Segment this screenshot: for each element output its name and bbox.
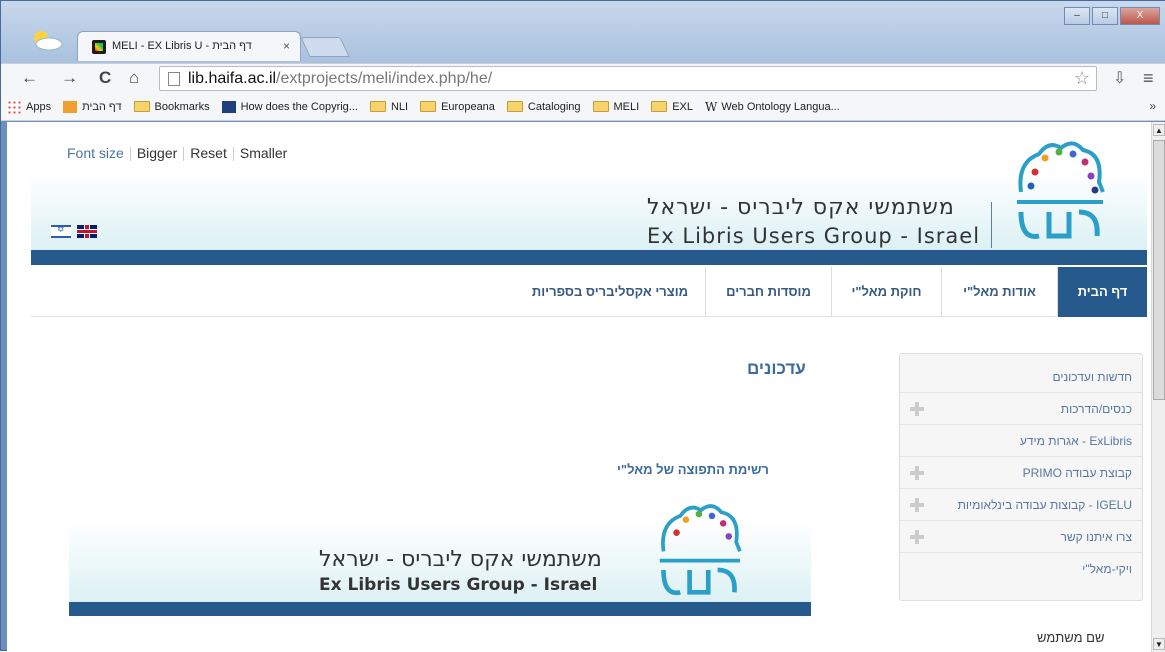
site-favicon-icon (92, 40, 106, 54)
header-divider (991, 202, 992, 248)
hebrew-flag-icon[interactable] (51, 224, 71, 238)
back-icon[interactable]: ← (21, 68, 38, 88)
window-controls: – □ X (1064, 7, 1160, 25)
font-size-controls: Font size Bigger Reset Smaller (67, 145, 287, 162)
browser-window: MELI - EX Libris U - דף הבית × – □ X ← →… (0, 0, 1165, 652)
forward-icon[interactable]: → (61, 68, 78, 88)
bigger-link[interactable]: Bigger (137, 145, 177, 161)
banner-title-hebrew: משתמשי אקס ליבריס - ישראל (319, 547, 602, 572)
site-title-english: Ex Libris Users Group - Israel (647, 224, 981, 248)
home-icon[interactable]: ⌂ (129, 68, 139, 88)
page-scrollbar[interactable]: ▲ ▼ (1151, 122, 1165, 652)
sidebar-item-newsletters[interactable]: ExLibris - אגרות מידע (900, 426, 1142, 457)
bookmark-item[interactable]: NLI (369, 101, 408, 113)
sidebar-item-contact[interactable]: צרו איתנו קשר (900, 522, 1142, 553)
font-size-label: Font size (67, 145, 124, 161)
browser-toolbar: ← → C ⌂ lib.haifa.ac.il/extprojects/meli… (1, 63, 1165, 93)
expand-plus-icon[interactable] (910, 530, 924, 544)
mailing-list-title: רשימת התפוצה של מאל"י (617, 462, 769, 477)
language-switcher (51, 224, 97, 238)
bookmark-item[interactable]: דף הבית (63, 100, 122, 113)
expand-plus-icon[interactable] (910, 466, 924, 480)
bookmarks-more-icon[interactable]: » (1149, 99, 1156, 113)
english-flag-icon[interactable] (77, 225, 97, 238)
new-tab-button[interactable] (300, 37, 350, 57)
bookmark-item[interactable]: MELI (592, 101, 639, 113)
apps-icon (7, 99, 21, 114)
menu-item-about[interactable]: אודות מאל"י (941, 267, 1057, 317)
bookmark-icon (221, 100, 236, 113)
site-icon (63, 100, 78, 113)
username-label: שם משתמש (1037, 630, 1105, 645)
folder-icon (133, 101, 150, 112)
tab-close-icon[interactable]: × (283, 39, 290, 53)
site-header: Font size Bigger Reset Smaller משתמשי אקס ל… (31, 122, 1147, 264)
sidebar-menu: חדשות ועדכונים כנסים/הדרכות ExLibris - א… (899, 353, 1143, 601)
bookmark-item[interactable]: EXL (651, 101, 693, 113)
wikipedia-icon: W (705, 99, 718, 114)
bookmark-item[interactable]: How does the Copyrig... (221, 100, 358, 113)
banner-title-english: Ex Libris Users Group - Israel (319, 575, 598, 595)
expand-plus-icon[interactable] (910, 498, 924, 512)
bookmark-item[interactable]: Cataloging (506, 101, 581, 113)
bookmarks-bar: Apps דף הבית Bookmarks How does the Copyrig… (1, 93, 1165, 121)
expand-plus-icon[interactable] (910, 402, 924, 416)
bookmark-item[interactable]: Apps (7, 99, 51, 114)
page-icon (168, 72, 180, 86)
title-bar: MELI - EX Libris U - דף הבית × – □ X (1, 1, 1165, 63)
weather-icon[interactable] (29, 29, 63, 51)
menu-item-home[interactable]: דף הבית (1057, 267, 1147, 317)
menu-icon[interactable]: ≡ (1143, 68, 1154, 89)
reset-link[interactable]: Reset (190, 145, 227, 161)
minimize-button[interactable]: – (1064, 7, 1090, 25)
scroll-thumb[interactable] (1153, 140, 1165, 400)
header-blue-bar (31, 250, 1147, 265)
sidebar-item-conferences[interactable]: כנסים/הדרכות (900, 394, 1142, 425)
extension-icon[interactable]: ⇩ (1113, 68, 1126, 88)
bookmark-star-icon[interactable]: ☆ (1074, 68, 1090, 89)
tab-title: MELI - EX Libris U - דף הבית (112, 40, 252, 52)
sidebar-item-news[interactable]: חדשות ועדכונים (900, 362, 1142, 393)
address-bar[interactable]: lib.haifa.ac.il/extprojects/meli/index.p… (159, 66, 1097, 91)
browser-tab[interactable]: MELI - EX Libris U - דף הבית × (77, 31, 301, 61)
close-window-button[interactable]: X (1120, 7, 1160, 25)
bookmark-item[interactable]: Europeana (420, 101, 495, 113)
menu-item-constitution[interactable]: חוקת מאל"י (831, 267, 941, 317)
scroll-down-icon[interactable]: ▼ (1153, 638, 1165, 650)
meli-banner[interactable]: משתמשי אקס ליבריס - ישראל Ex Libris User… (69, 491, 811, 616)
folder-icon (592, 101, 609, 112)
banner-blue-bar (69, 602, 811, 616)
meli-logo-icon[interactable] (999, 132, 1117, 247)
folder-icon (369, 101, 386, 112)
main-menu: דף הבית אודות מאל"י חוקת מאל"י מוסדות חב… (31, 267, 1147, 317)
menu-item-member-institutions[interactable]: מוסדות חברים (705, 267, 831, 317)
reload-icon[interactable]: C (99, 68, 111, 88)
folder-icon (506, 101, 523, 112)
meli-logo-icon (659, 504, 742, 596)
scroll-up-icon[interactable]: ▲ (1153, 124, 1165, 136)
folder-icon (651, 101, 668, 112)
sidebar-item-primo-group[interactable]: קבוצת עבודה PRIMO (900, 458, 1142, 489)
smaller-link[interactable]: Smaller (240, 145, 287, 161)
sidebar-item-wiki[interactable]: ויקי-מאל"י (900, 554, 1142, 585)
bookmark-item[interactable]: W Web Ontology Langua... (705, 100, 840, 114)
site-title-hebrew: משתמשי אקס ליבריס - ישראל (647, 195, 955, 220)
bookmark-item[interactable]: Bookmarks (133, 101, 210, 113)
menu-item-exlibris-products[interactable]: מוצרי אקסליבריס בספריות (515, 267, 705, 317)
maximize-button[interactable]: □ (1092, 7, 1118, 25)
page-title: עדכונים (747, 359, 806, 378)
page-viewport: Font size Bigger Reset Smaller משתמשי אקס ל… (7, 122, 1151, 652)
folder-icon (420, 101, 437, 112)
sidebar-item-igelu[interactable]: IGELU - קבוצות עבודה בינלאומיות (900, 490, 1142, 521)
url-text[interactable]: lib.haifa.ac.il/extprojects/meli/index.p… (188, 70, 492, 88)
